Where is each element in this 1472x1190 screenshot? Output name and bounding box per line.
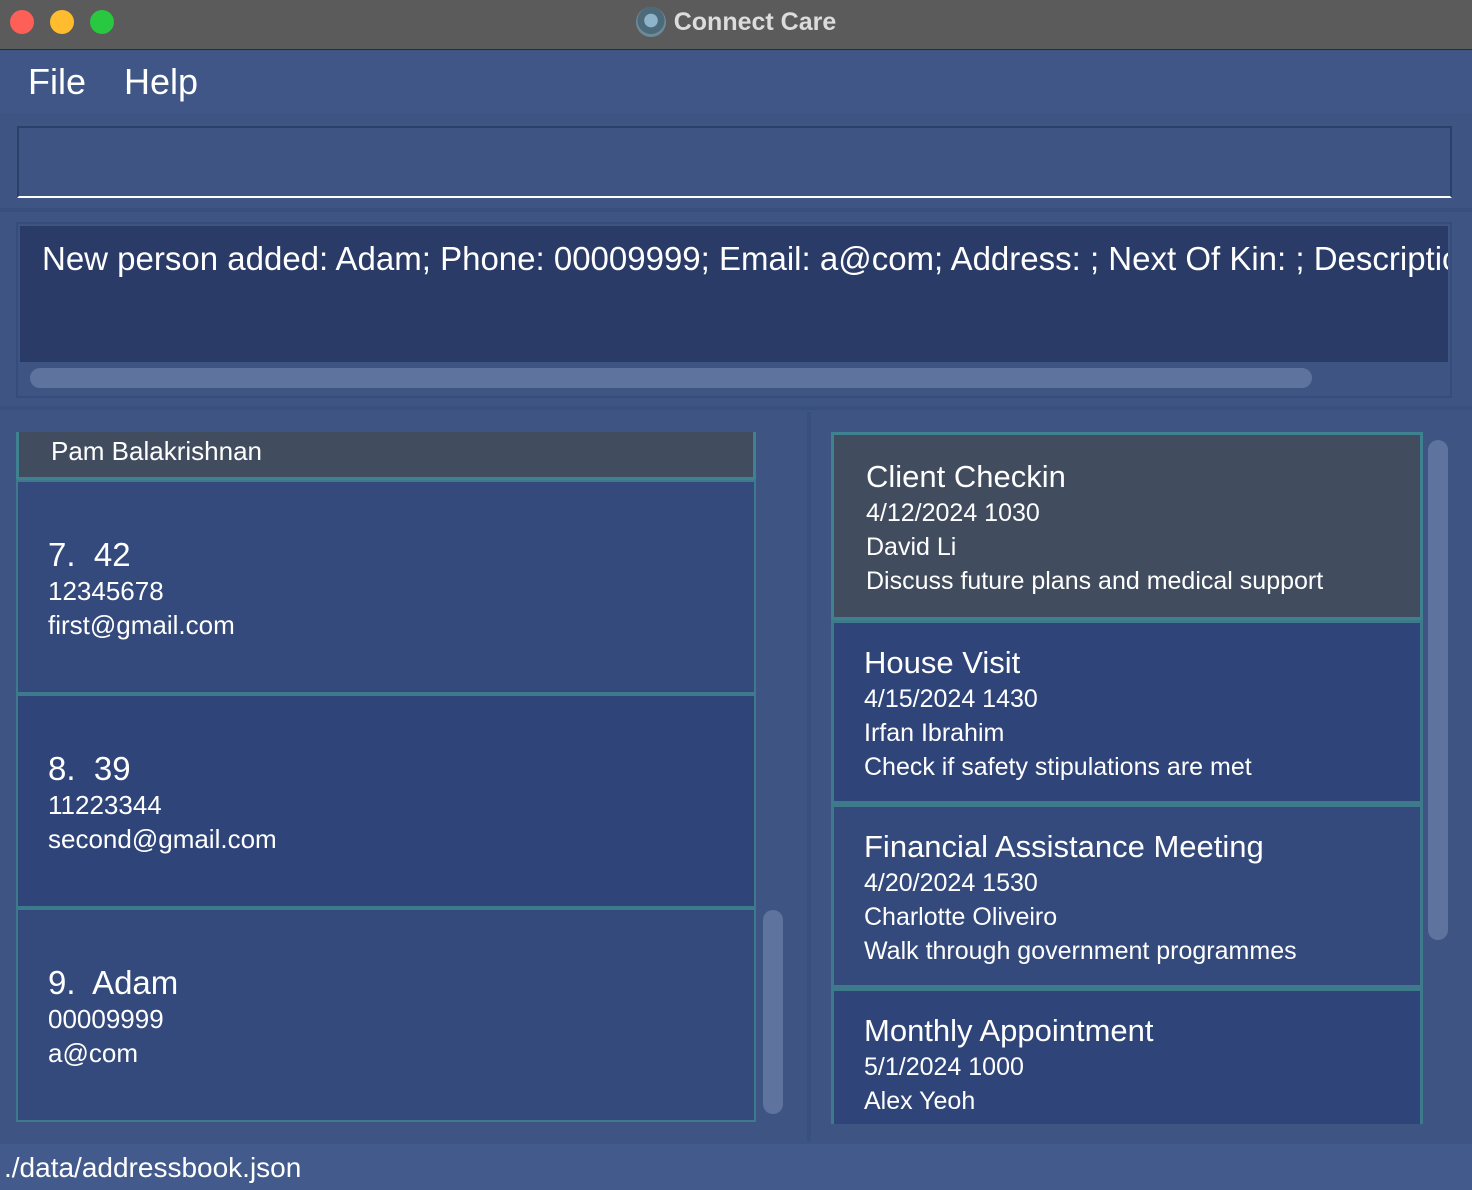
menu-file[interactable]: File: [28, 61, 86, 103]
appointment-description: Discuss future plans and medical support: [866, 567, 1324, 595]
person-name: Adam: [92, 964, 179, 1001]
appointment-title: Financial Assistance Meeting: [864, 829, 1264, 864]
appointment-card[interactable]: Client Checkin 4/12/2024 1030 David Li D…: [831, 432, 1423, 620]
status-bar: ./data/addressbook.json: [0, 1144, 1472, 1190]
person-name: 39: [93, 750, 131, 787]
save-location: ./data/addressbook.json: [4, 1152, 302, 1183]
appointment-list-scrollbar[interactable]: [1428, 440, 1448, 940]
divider: [0, 406, 1472, 410]
person-phone: 12345678: [48, 576, 164, 606]
appointment-description: Walk through government programmes: [864, 937, 1297, 965]
person-phone: 00009999: [48, 1004, 164, 1034]
person-title: 9. Adam: [48, 964, 178, 1002]
person-email: a@com: [48, 1038, 138, 1068]
result-message: New person added: Adam; Phone: 00009999;…: [42, 240, 1448, 277]
person-title: 7. 42: [48, 536, 131, 574]
window-title-text: Connect Care: [673, 7, 837, 36]
person-phone: 11223344: [48, 790, 162, 820]
person-title: 8. 39: [48, 750, 131, 788]
appointment-description: Check if safety stipulations are met: [864, 753, 1252, 781]
person-card[interactable]: Pam Balakrishnan: [16, 432, 756, 480]
menu-bar: File Help: [0, 51, 1472, 113]
result-display: New person added: Adam; Phone: 00009999;…: [20, 226, 1448, 362]
appointment-datetime: 4/12/2024 1030: [866, 499, 1040, 527]
appointment-client: David Li: [866, 533, 957, 561]
appointment-list: Client Checkin 4/12/2024 1030 David Li D…: [831, 432, 1423, 1124]
appointment-card[interactable]: Monthly Appointment 5/1/2024 1000 Alex Y…: [831, 988, 1423, 1124]
person-index: 7.: [48, 536, 76, 573]
result-display-panel: New person added: Adam; Phone: 00009999;…: [16, 222, 1452, 398]
person-card[interactable]: 7. 42 12345678 first@gmail.com: [16, 480, 756, 694]
appointment-client: Alex Yeoh: [864, 1087, 976, 1115]
result-horizontal-scrollbar[interactable]: [30, 368, 1312, 388]
app-logo-icon: [635, 7, 666, 37]
appointment-datetime: 4/20/2024 1530: [864, 869, 1038, 897]
appointment-title: House Visit: [864, 645, 1021, 680]
appointment-datetime: 5/1/2024 1000: [864, 1053, 1024, 1081]
appointment-card[interactable]: Financial Assistance Meeting 4/20/2024 1…: [831, 804, 1423, 988]
person-email: first@gmail.com: [48, 610, 235, 640]
person-index: 8.: [48, 750, 76, 787]
person-email: second@gmail.com: [48, 824, 277, 854]
person-list: Pam Balakrishnan 7. 42 12345678 first@gm…: [16, 432, 758, 1124]
person-index: 9.: [48, 964, 76, 1001]
person-name: 42: [93, 536, 131, 573]
appointment-client: Charlotte Oliveiro: [864, 903, 1058, 931]
divider: [0, 208, 1472, 212]
person-list-scrollbar[interactable]: [763, 910, 783, 1114]
panel-divider: [807, 412, 811, 1142]
person-card[interactable]: 8. 39 11223344 second@gmail.com: [16, 694, 756, 908]
window-title: Connect Care: [0, 0, 1472, 44]
menu-help[interactable]: Help: [124, 61, 198, 103]
appointment-datetime: 4/15/2024 1430: [864, 685, 1038, 713]
appointment-card[interactable]: House Visit 4/15/2024 1430 Irfan Ibrahim…: [831, 620, 1423, 804]
appointment-title: Client Checkin: [866, 459, 1066, 494]
command-input[interactable]: [19, 128, 1450, 196]
person-card[interactable]: 9. Adam 00009999 a@com: [16, 908, 756, 1122]
appointment-title: Monthly Appointment: [864, 1013, 1154, 1048]
appointment-client: Irfan Ibrahim: [864, 719, 1005, 747]
command-box: [17, 126, 1452, 198]
title-bar: Connect Care: [0, 0, 1472, 50]
person-name: Pam Balakrishnan: [51, 436, 262, 466]
